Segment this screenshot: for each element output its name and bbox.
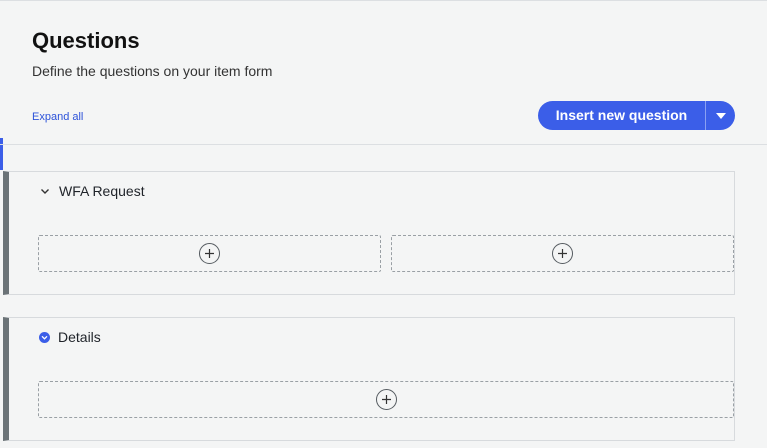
expand-all-link[interactable]: Expand all [32,111,83,123]
page-subtitle: Define the questions on your item form [32,63,273,79]
insert-new-question-button[interactable]: Insert new question [538,101,705,130]
caret-down-icon [715,112,726,119]
section-header[interactable]: Details [39,329,101,345]
insert-question-dropdown-button[interactable] [706,101,735,130]
insert-question-split-button: Insert new question [538,101,735,130]
chevron-circle-down-icon[interactable] [39,331,50,343]
question-slot[interactable] [38,235,381,272]
plus-circle-icon[interactable] [552,243,573,264]
plus-circle-icon[interactable] [199,243,220,264]
section-title: Details [58,329,101,345]
plus-circle-icon[interactable] [375,389,397,410]
active-indicator [0,138,3,170]
header-divider [0,144,767,145]
question-slot[interactable] [38,381,734,418]
section-title: WFA Request [59,183,145,199]
section-header[interactable]: WFA Request [39,183,145,199]
chevron-down-icon[interactable] [39,185,51,197]
section-wfa-request: WFA Request [3,171,735,295]
question-slot[interactable] [391,235,734,272]
questions-page: Questions Define the questions on your i… [0,0,767,448]
page-title: Questions [32,28,140,53]
section-details: Details [3,317,735,441]
